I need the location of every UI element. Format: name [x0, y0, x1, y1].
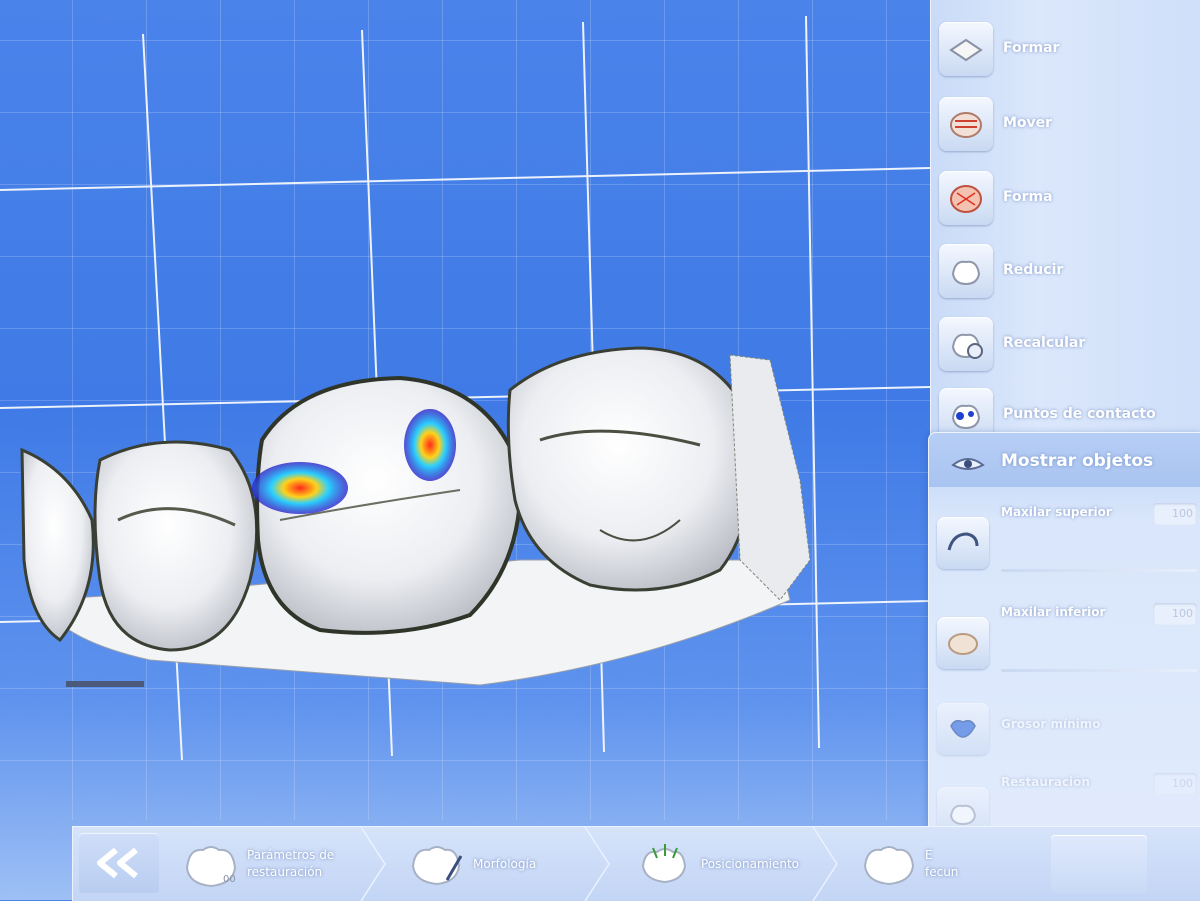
object-opacity-field[interactable]: 100: [1153, 773, 1197, 795]
tool-label: Forma: [1003, 189, 1053, 205]
eye-icon: [951, 451, 985, 477]
tooth-model[interactable]: [0, 0, 930, 820]
upper-jaw-icon: [937, 517, 989, 569]
tool-formar[interactable]: Formar: [939, 22, 1199, 82]
3d-viewport[interactable]: [0, 0, 930, 820]
step-separator: [360, 827, 386, 901]
step-morphology[interactable]: Morfología: [407, 827, 536, 901]
contact-point-high: [252, 462, 348, 514]
object-label: Maxilar superior: [1001, 505, 1112, 519]
workflow-bar: 00 Parámetros de restauración Morfología…: [72, 826, 1200, 901]
back-button[interactable]: [79, 833, 159, 893]
object-opacity-field[interactable]: 100: [1153, 503, 1197, 525]
show-objects-title: Mostrar objetos: [1001, 451, 1154, 471]
tooth-2[interactable]: [93, 440, 259, 652]
object-label: Restauración: [1001, 775, 1090, 789]
tooth-4[interactable]: [506, 346, 754, 592]
tool-label: Reducir: [1003, 262, 1064, 278]
object-label: Grosor mínimo: [1001, 717, 1101, 731]
step-label: Morfología: [473, 856, 537, 871]
step-label: Posicionamiento: [701, 856, 800, 871]
show-objects-header[interactable]: Mostrar objetos: [929, 433, 1200, 487]
object-opacity-field[interactable]: 100: [1153, 603, 1197, 625]
object-upper-jaw[interactable]: Maxilar superior 100: [937, 503, 1199, 595]
tool-recalcular[interactable]: Recalcular: [939, 317, 1199, 377]
tool-label: Mover: [1003, 115, 1053, 131]
next-button[interactable]: [1051, 835, 1147, 893]
object-label: Maxilar inferior: [1001, 605, 1106, 619]
double-chevron-left-icon: [97, 847, 138, 879]
move-icon: [939, 97, 993, 151]
positioning-icon: [635, 838, 693, 890]
tool-mover[interactable]: Mover: [939, 97, 1199, 157]
step-positioning[interactable]: Posicionamiento: [635, 827, 799, 901]
tools-panel: Formar Mover Forma Reducir Recalcular Pu…: [930, 0, 1200, 442]
tool-forma[interactable]: Forma: [939, 171, 1199, 231]
morphology-icon: [407, 838, 465, 890]
step-separator: [812, 827, 838, 901]
step-separator: [584, 827, 610, 901]
step-restoration-parameters[interactable]: 00 Parámetros de restauración: [181, 827, 334, 901]
tool-label: Formar: [1003, 40, 1060, 56]
step-label: Parámetros de restauración: [247, 848, 335, 879]
scan-artifact: [66, 681, 144, 687]
tooth-icon: [859, 838, 917, 890]
object-opacity-slider[interactable]: [1001, 569, 1197, 572]
recalculate-icon: [939, 317, 993, 371]
object-lower-jaw[interactable]: Maxilar inferior 100: [937, 603, 1199, 695]
step-tooth[interactable]: E fecun: [859, 827, 958, 901]
tool-reducir[interactable]: Reducir: [939, 244, 1199, 304]
show-objects-panel: Mostrar objetos Maxilar superior 100 Max…: [928, 432, 1200, 864]
lower-jaw-icon: [937, 617, 989, 669]
shape-icon: [939, 171, 993, 225]
svg-text:00: 00: [223, 874, 236, 885]
contact-point-medium: [404, 409, 456, 481]
form-icon: [939, 22, 993, 76]
minimum-thickness-icon: [937, 703, 989, 755]
object-opacity-slider[interactable]: [1001, 669, 1197, 672]
tool-label: Recalcular: [1003, 335, 1086, 351]
reduce-icon: [939, 244, 993, 298]
tool-label: Puntos de contacto: [1003, 406, 1156, 422]
restoration-parameters-icon: 00: [181, 838, 239, 890]
step-label: E fecun: [925, 848, 959, 879]
